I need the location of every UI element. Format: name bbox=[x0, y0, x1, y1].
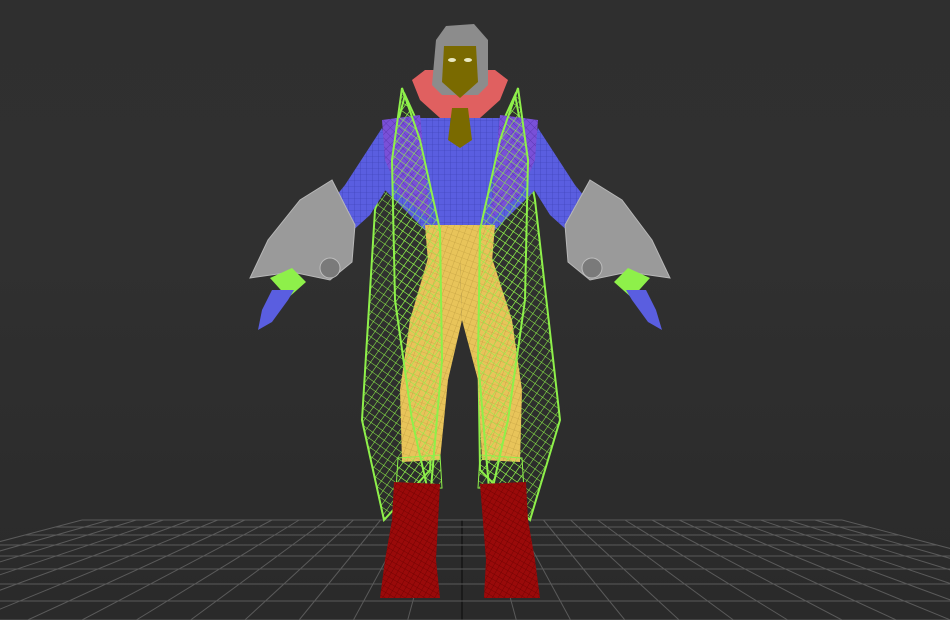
left-gauntlet-barrel bbox=[319, 257, 341, 279]
ground-grid bbox=[0, 519, 950, 620]
viewport-canvas[interactable] bbox=[0, 0, 950, 620]
neck-tie bbox=[448, 108, 472, 148]
character-model[interactable] bbox=[249, 24, 671, 598]
left-hand bbox=[258, 290, 294, 330]
right-eye bbox=[464, 58, 472, 62]
right-hand bbox=[626, 290, 662, 330]
right-gauntlet-barrel bbox=[581, 257, 603, 279]
3d-viewport[interactable] bbox=[0, 0, 950, 620]
left-eye bbox=[448, 58, 456, 62]
